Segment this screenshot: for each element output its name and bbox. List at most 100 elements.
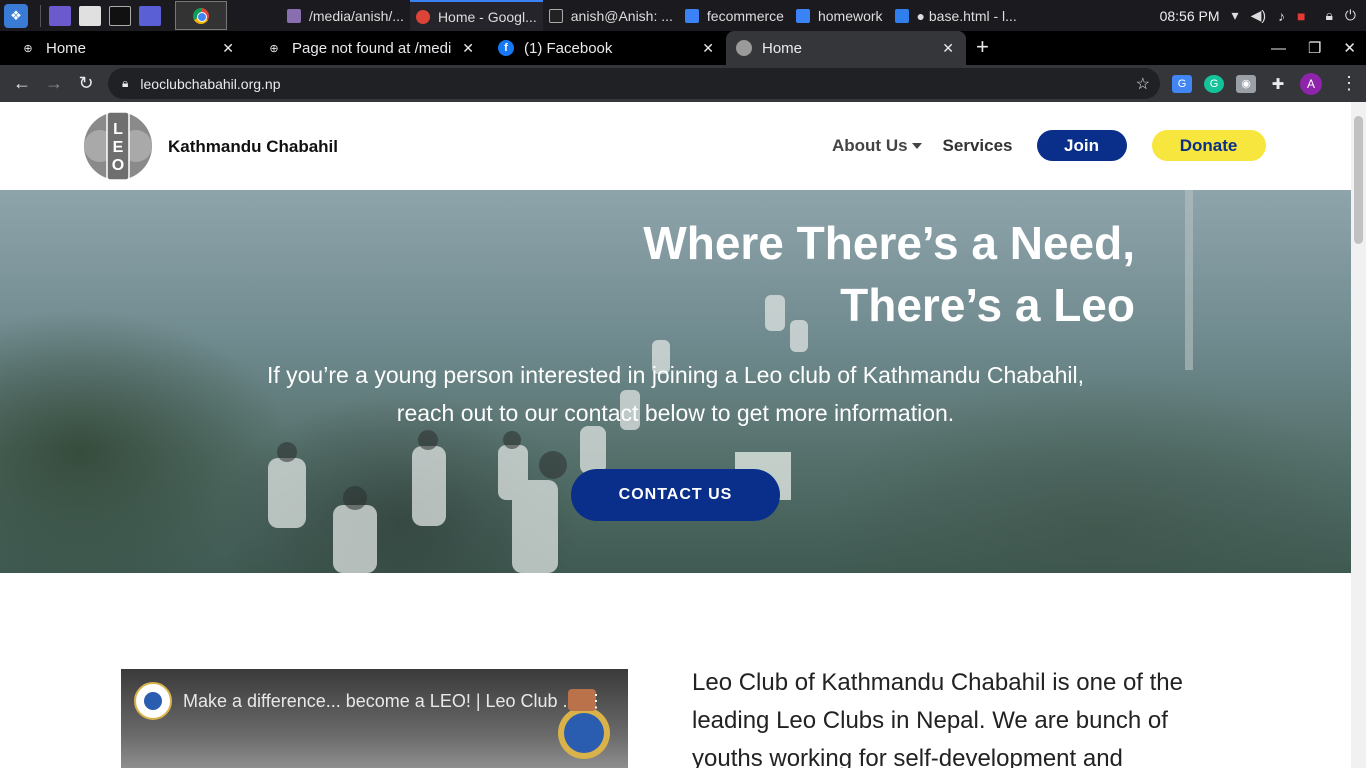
globe-icon: ⊕ [269,42,279,55]
system-tray: 08:56 PM ▾ ◀) ♪ ■ 🔒︎ ⏻ [1160,0,1366,31]
vscode-icon [894,8,909,23]
hero-subtitle: If you’re a young person interested in j… [0,356,1351,432]
tab-title: (1) Facebook [524,39,613,57]
nav-about-us[interactable]: About Us [832,136,922,156]
taskbar-separator [40,4,41,27]
folder-icon [795,8,810,23]
address-bar[interactable]: 🔒︎ leoclubchabahil.org.np ☆ [108,68,1160,99]
channel-avatar[interactable] [134,682,172,720]
taskbar-task-vscode[interactable]: ● base.html - l... [889,0,1023,31]
page-viewport: L E O Kathmandu Chabahil About Us Servic… [0,102,1351,768]
join-button[interactable]: Join [1036,130,1127,161]
extensions-area: G G ◉ ✚ A ⋮ [1172,65,1358,102]
folder-icon [684,8,699,23]
restore-icon[interactable]: ❐ [1308,39,1321,57]
browser-tab[interactable]: ⊕ Home ✕ [0,31,246,65]
lions-emblem-icon [558,689,610,759]
bookmark-star-icon[interactable]: ☆ [1136,74,1150,94]
power-icon[interactable]: ⏻ [1345,7,1356,24]
nav-services[interactable]: Services [943,136,1013,156]
hero-banner: Where There’s a Need, There’s a Leo If y… [0,190,1351,573]
back-icon[interactable]: ← [6,73,38,94]
os-taskbar: ❖ /media/anish/... Home - Googl... anish… [0,0,1366,31]
grammarly-extension-icon[interactable]: G [1204,74,1224,93]
browser-tab[interactable]: ⊕ Page not found at /media/i ✕ [246,31,486,65]
donate-button[interactable]: Donate [1151,130,1266,161]
clock[interactable]: 08:56 PM [1160,8,1220,24]
tab-title: Home [46,39,87,57]
minimize-icon[interactable]: — [1271,40,1286,57]
close-tab-icon[interactable]: ✕ [702,40,714,57]
app-launcher-icon[interactable]: ❖ [4,3,28,28]
video-title[interactable]: Make a difference... become a LEO! | Leo… [183,691,578,712]
scrollbar-thumb[interactable] [1354,116,1363,244]
site-brand-name[interactable]: Kathmandu Chabahil [168,137,338,157]
hero-heading-line: Where There’s a Need, [643,217,1135,269]
taskbar-task-folder-fecommerce[interactable]: fecommerce [679,0,790,31]
hero-subtitle-line: reach out to our contact below to get mo… [396,400,955,426]
taskbar-task-label: /media/anish/... [309,7,404,24]
taskbar-task-terminal[interactable]: anish@Anish: ... [543,0,679,31]
hero-heading-line: There’s a Leo [840,279,1135,331]
translate-extension-icon[interactable]: G [1172,74,1192,93]
chrome-icon [193,7,209,24]
taskbar-task-folder-homework[interactable]: homework [790,0,889,31]
notification-bell-icon[interactable]: ♪ [1278,8,1285,24]
nav-about-label: About Us [832,135,908,155]
browser-toolbar: ← → ↻ 🔒︎ leoclubchabahil.org.np ☆ G G ◉ … [0,65,1366,102]
profile-avatar[interactable]: A [1300,72,1322,95]
forward-icon[interactable]: → [38,73,70,94]
lock-icon[interactable]: 🔒︎ [122,76,128,91]
taskbar-task-label: Home - Googl... [437,8,537,25]
taskbar-task-list: /media/anish/... Home - Googl... anish@A… [281,0,1023,31]
taskbar-task-label: anish@Anish: ... [570,7,673,24]
site-header: L E O Kathmandu Chabahil About Us Servic… [0,102,1351,190]
leo-logo[interactable]: L E O [80,110,156,182]
page-scrollbar[interactable] [1351,102,1366,768]
hero-heading: Where There’s a Need, There’s a Leo [643,212,1135,336]
svg-text:E: E [113,139,124,156]
window-controls: — ❐ ✕ [1271,31,1356,65]
taskbar-task-label: fecommerce [706,7,784,24]
close-window-icon[interactable]: ✕ [1343,39,1356,57]
caret-down-icon [911,143,922,150]
volume-icon[interactable]: ◀) [1251,7,1266,24]
close-tab-icon[interactable]: ✕ [942,40,954,57]
recording-indicator-icon[interactable]: ■ [1297,8,1305,24]
facebook-icon: f [498,40,514,56]
taskbar-task-label: homework [817,7,883,24]
screenshot-extension-icon[interactable]: ◉ [1236,74,1256,93]
hero-subtitle-line: If you’re a young person interested in j… [266,362,1085,388]
browser-tab[interactable]: f (1) Facebook ✕ [486,31,726,65]
show-desktop-icon[interactable] [49,5,71,26]
youtube-video-embed[interactable]: Make a difference... become a LEO! | Leo… [121,669,628,768]
chrome-launcher-button[interactable] [175,1,227,30]
tab-title: Page not found at /media/i [292,39,453,57]
lock-screen-icon[interactable]: 🔒︎ [1325,7,1332,24]
reload-icon[interactable]: ↻ [70,73,102,94]
taskbar-task-label: ● base.html - l... [916,7,1017,24]
terminal-icon [548,8,563,23]
taskbar-task-chrome[interactable]: Home - Googl... [409,0,543,31]
terminal-icon[interactable] [109,5,131,26]
contact-us-button[interactable]: CONTACT US [571,469,780,521]
lions-icon [736,40,752,56]
url-text[interactable]: leoclubchabahil.org.np [140,76,280,92]
extensions-puzzle-icon[interactable]: ✚ [1268,75,1288,93]
file-manager-icon[interactable] [79,5,101,26]
close-tab-icon[interactable]: ✕ [222,40,234,57]
browser-menu-icon[interactable]: ⋮ [1340,73,1358,94]
taskbar-task-files[interactable]: /media/anish/... [281,0,410,31]
browser-tab-strip: ⊕ Home ✕ ⊕ Page not found at /media/i ✕ … [0,31,1366,65]
close-tab-icon[interactable]: ✕ [462,40,474,57]
globe-icon: ⊕ [23,42,33,55]
wifi-icon[interactable]: ▾ [1232,7,1239,24]
tab-title: Home [762,39,803,57]
svg-text:O: O [112,157,124,174]
browser-tab-active[interactable]: Home ✕ [726,31,966,65]
screen-recorder-icon[interactable] [139,5,161,26]
main-nav: About Us Services Join Donate [832,130,1266,161]
new-tab-button[interactable]: + [976,31,989,65]
video-more-options-icon[interactable]: ⋮ [587,691,605,712]
chrome-icon [415,9,430,24]
